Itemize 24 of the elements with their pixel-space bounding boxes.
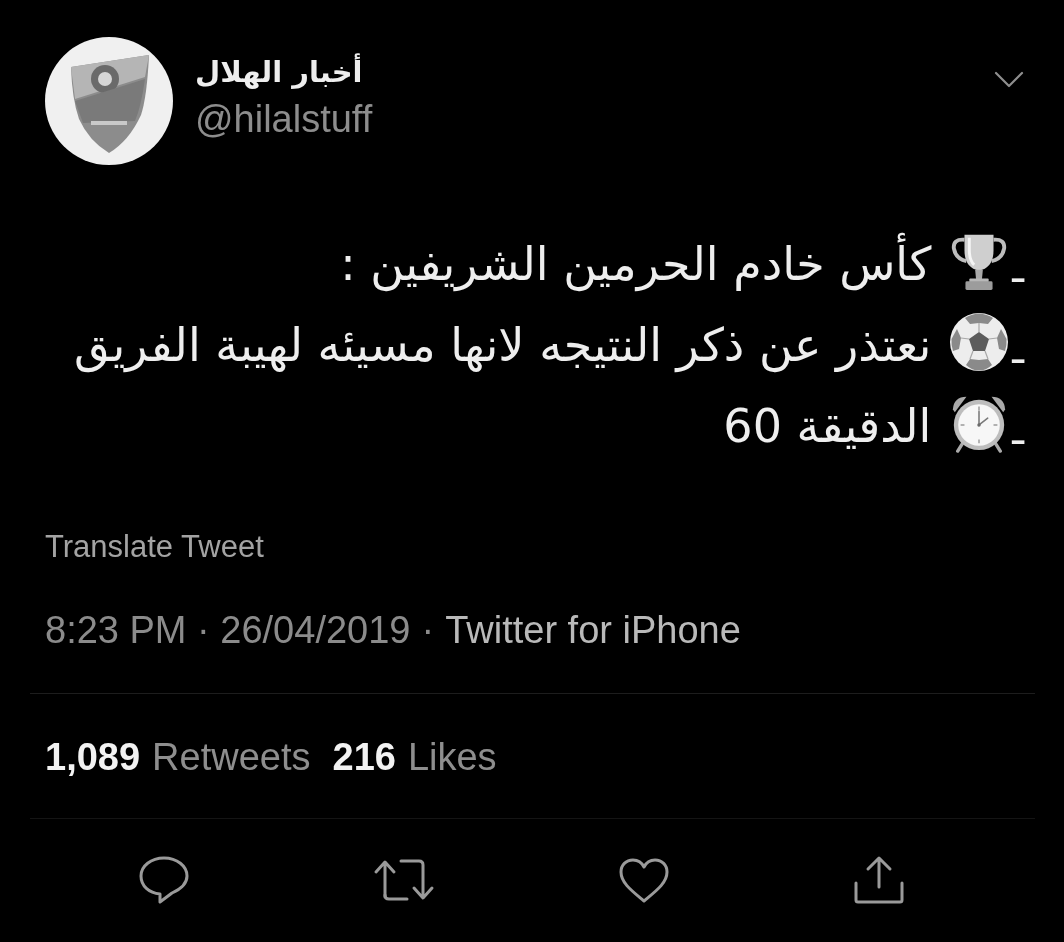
chevron-down-icon xyxy=(994,71,1024,88)
speech-bubble-icon xyxy=(137,855,190,905)
more-button[interactable] xyxy=(994,71,1024,88)
likes-link[interactable]: 216 Likes xyxy=(332,735,497,779)
tweet-text: نعتذر عن ذكر النتيجه لانها مسيئه لهيبة الفريق xyxy=(74,316,932,375)
tweet-text: كأس خادم الحرمين الشريفين : xyxy=(340,232,932,295)
avatar-icon[interactable] xyxy=(45,37,173,165)
dash-mark: ـ xyxy=(1012,324,1024,373)
timestamp: 8:23 PM · 26/04/2019 xyxy=(45,608,411,652)
retweet-arrows-icon xyxy=(372,857,435,903)
retweets-link[interactable]: 1,089 Retweets xyxy=(45,735,311,779)
dash-mark: ـ xyxy=(1012,405,1024,454)
soccer-ball-icon xyxy=(949,311,1010,372)
author-name: أخبار الهلال xyxy=(195,52,363,91)
separator-dot: · xyxy=(421,608,435,652)
share-icon xyxy=(853,855,906,905)
dash-mark: ـ xyxy=(1012,243,1024,292)
reply-button[interactable] xyxy=(137,855,190,905)
retweet-button[interactable] xyxy=(372,857,435,903)
source-link[interactable]: Twitter for iPhone xyxy=(445,608,741,652)
tweet-text: الدقيقة 60 xyxy=(723,397,932,455)
author-handle: @hilalstuff xyxy=(195,97,373,141)
translate-link[interactable]: Translate Tweet xyxy=(45,529,264,565)
share-button[interactable] xyxy=(853,855,906,905)
